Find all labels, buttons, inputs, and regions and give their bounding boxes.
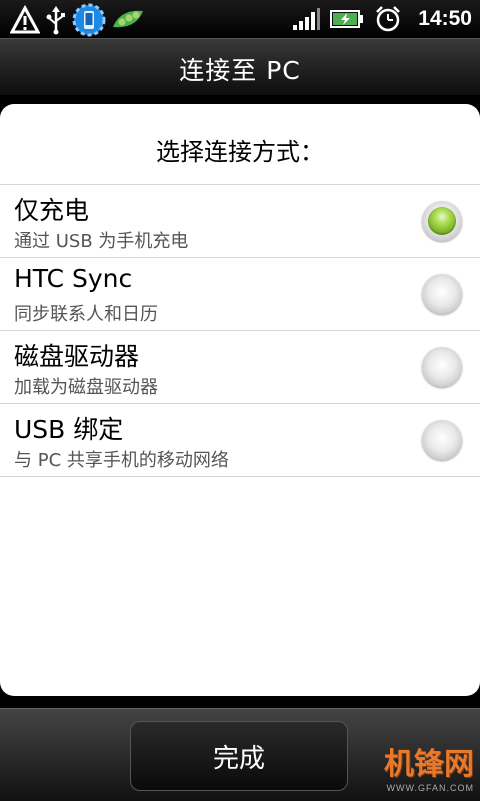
signal-icon (293, 8, 321, 30)
option-disk-drive[interactable]: 磁盘驱动器 加载为磁盘驱动器 (0, 331, 480, 404)
warning-icon (10, 5, 40, 34)
option-htc-sync[interactable]: HTC Sync 同步联系人和日历 (0, 258, 480, 331)
option-subtitle: 与 PC 共享手机的移动网络 (14, 450, 229, 471)
watermark-logo: 机锋网 WWW.GFAN.COM (384, 739, 474, 793)
option-title: HTC Sync (14, 264, 133, 293)
battery-charging-icon (330, 10, 364, 28)
page-title: 连接至 PC (179, 56, 301, 85)
connection-dialog: 选择连接方式： 仅充电 通过 USB 为手机充电 HTC Sync 同步联系人和… (0, 104, 480, 696)
peapod-icon (113, 10, 143, 28)
status-clock: 14:50 (418, 7, 472, 30)
option-title: 仅充电 (14, 196, 90, 225)
notification-icons (10, 3, 146, 37)
system-icons: 14:50 (292, 3, 472, 35)
option-subtitle: 同步联系人和日历 (14, 304, 158, 325)
status-bar: 14:50 (0, 0, 480, 38)
radio-disk-drive[interactable] (422, 347, 462, 387)
usb-icon (46, 6, 65, 35)
phone-settings-icon (72, 3, 106, 37)
option-subtitle: 加载为磁盘驱动器 (14, 377, 158, 398)
dialog-prompt: 选择连接方式： (156, 138, 324, 166)
radio-htc-sync[interactable] (422, 274, 462, 314)
watermark-text: 机锋网 (384, 747, 474, 782)
option-subtitle: 通过 USB 为手机充电 (14, 231, 189, 252)
title-bar: 连接至 PC (0, 38, 480, 95)
radio-usb-tethering[interactable] (422, 420, 462, 460)
option-charge-only[interactable]: 仅充电 通过 USB 为手机充电 (0, 185, 480, 258)
alarm-icon (376, 6, 401, 32)
radio-selected-dot (428, 207, 456, 235)
bottom-bar: 完成 机锋网 WWW.GFAN.COM (0, 708, 480, 801)
option-title: USB 绑定 (14, 415, 124, 444)
done-button[interactable]: 完成 (130, 721, 348, 791)
radio-charge-only[interactable] (422, 201, 462, 241)
watermark-url: WWW.GFAN.COM (386, 783, 474, 793)
connection-options-list: 仅充电 通过 USB 为手机充电 HTC Sync 同步联系人和日历 磁盘驱动器… (0, 184, 480, 477)
option-title: 磁盘驱动器 (14, 342, 140, 371)
option-usb-tethering[interactable]: USB 绑定 与 PC 共享手机的移动网络 (0, 404, 480, 477)
